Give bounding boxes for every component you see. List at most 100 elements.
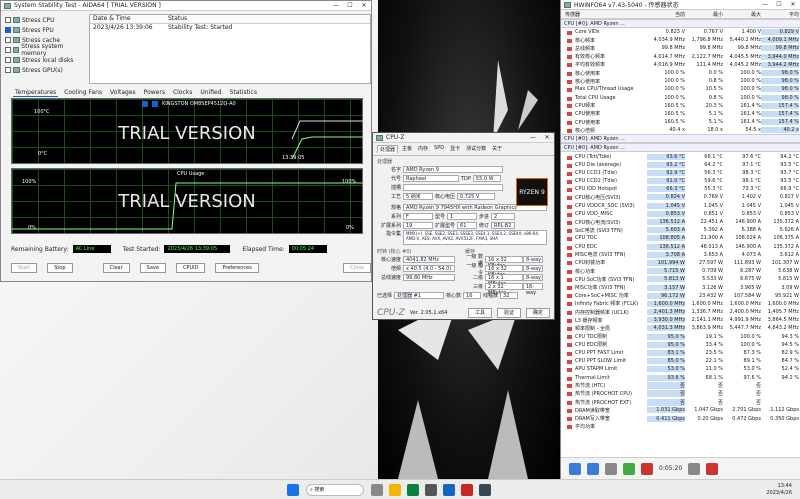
sensor-row[interactable]: CPU PPT FAST Limit 83.1 % 23.5 % 87.3 % 82.9… — [561, 349, 800, 357]
sensor-row[interactable]: 热节流 (PROCHOT CPU) 否否否 — [561, 390, 800, 398]
sensor-row[interactable]: CPU使用率 160.5 % 5.1 % 161.4 % 157.4 % — [561, 118, 800, 126]
sensor-row[interactable]: CPU EDC限制 95.0 % 33.4 % 100.0 % 94.5 % — [561, 341, 800, 349]
tab-1[interactable]: Temperatures — [13, 89, 59, 97]
save-button[interactable]: Save — [139, 263, 166, 273]
cpuz-taskbar-icon[interactable] — [443, 483, 455, 496]
close-button[interactable]: Close — [343, 263, 371, 273]
sensor-row[interactable]: Thermal Limit 93.6 % 68.1 % 97.6 % 94.2 % — [561, 374, 800, 382]
log-icon[interactable] — [623, 462, 635, 475]
sensor-row[interactable]: L3 缓存频率 3,930.0 MHz 2,141.1 MHz 4,991.9 MHz… — [561, 316, 800, 324]
column-header[interactable]: 最小 — [685, 11, 723, 18]
sensor-row[interactable]: CPU (Tctl/Tdie) 93.6 °C 68.1 °C 97.6 °C 94.2… — [561, 152, 800, 160]
sensor-row[interactable]: CPU VDDCR_SOC (SVI3) 1.045 V 1.045 V 1.045 … — [561, 202, 800, 210]
sensor-row[interactable]: CPU CCD2 (Tdie) 91.0 °C 59.6 °C 98.1 °C 93.5… — [561, 177, 800, 185]
cpuz-tab[interactable]: 测试分数 — [464, 145, 488, 153]
sensor-row[interactable]: APU STAPM Limit 53.0 % 11.0 % 53.0 % 52.4 % — [561, 365, 800, 373]
clock[interactable]: 13:44 2023/4/26 — [766, 483, 792, 497]
sensor-row[interactable]: CPU使用率 160.5 % 5.1 % 161.4 % 157.4 % — [561, 110, 800, 118]
checkbox[interactable] — [5, 57, 11, 63]
network-icon[interactable] — [605, 462, 617, 475]
search-box[interactable]: ⌕ 搜索 — [306, 483, 364, 496]
stress-option[interactable]: Stress FPU — [5, 25, 85, 35]
cpuz-tab[interactable]: SPD — [432, 145, 446, 153]
sensor-row[interactable]: CPU核心电流(SVI3) 136.512 A 22.451 A 146.900 A 1… — [561, 218, 800, 226]
sensor-row[interactable]: Total CPU Usage 100.0 % 0.8 % 100.0 % 98.0 % — [561, 94, 800, 102]
sensor-row[interactable]: CPU SoC功率 (SVI3 TFN) 5.813 W 5.533 W 6.675 … — [561, 275, 800, 283]
minimize-icon[interactable]: — — [329, 2, 343, 9]
cpuz-tab[interactable]: 显卡 — [448, 145, 462, 153]
sensor-group-header[interactable]: CPU [#0]: AMD Ryzen ... — [561, 143, 800, 153]
stress-option[interactable]: Stress system memory — [5, 43, 85, 57]
sensor-row[interactable]: CPU IOD Hotspot 66.3 °C 55.3 °C 73.3 °C 66.9… — [561, 185, 800, 193]
sensor-row[interactable]: Max CPU/Thread Usage 100.0 % 10.5 % 100.0 %… — [561, 85, 800, 93]
start-icon[interactable] — [287, 483, 299, 496]
sensor-row[interactable]: Core VIDs 0.823 V 0.767 V 1.400 V 0.829 V — [561, 28, 800, 36]
sensor-row[interactable]: 内存控制器频率 (UCLK) 2,401.3 MHz 1,336.7 MHz 2,40… — [561, 308, 800, 316]
cpuid-button[interactable]: CPUID — [175, 263, 206, 273]
close-icon[interactable]: ✕ — [357, 2, 371, 9]
sensor-row[interactable]: 热节流 (HTC) 否否否 — [561, 382, 800, 390]
start-button[interactable]: Start — [11, 263, 38, 273]
ok-button[interactable]: 确定 — [525, 308, 550, 318]
cpuz-tab[interactable]: 处理器 — [377, 145, 399, 153]
sensor-group-header[interactable]: CPU [#0]: AMD Ryzen ... — [561, 134, 800, 144]
settings-icon[interactable] — [688, 462, 701, 475]
sensor-row[interactable]: 平均功率 — [561, 423, 800, 431]
sensor-row[interactable]: 平均有效频率 4,016.9 MHz 111.4 MHz 4,045.2 MHz 3,9… — [561, 61, 800, 69]
cpuz-tab[interactable]: 主板 — [400, 145, 414, 153]
close-icon[interactable]: ✕ — [786, 1, 800, 8]
explorer-icon[interactable] — [389, 483, 401, 496]
sensor-row[interactable]: SoC电流 (SVI3 TFN) 5.603 A 5.392 A 6.388 A 5.6… — [561, 226, 800, 234]
sensor-row[interactable]: DRAM读取带宽 1.031 Gbps 1.047 Gbps 2.701 Gbps 1.… — [561, 406, 800, 414]
nav-left-icon[interactable] — [569, 462, 581, 475]
tab-7[interactable]: Statistics — [228, 89, 259, 97]
sensor-row[interactable]: 总线频率 99.8 MHz 99.8 MHz 99.8 MHz 99.8 MHz — [561, 44, 800, 52]
sensor-row[interactable]: Core+SoC+MISC 功率 96.172 W 23.432 W 107.584 … — [561, 292, 800, 300]
sensor-row[interactable]: CPU封装功率 101.994 W 27.597 W 111.893 W 101.307… — [561, 259, 800, 267]
stress-option[interactable]: Stress local disks — [5, 55, 85, 65]
sensor-row[interactable]: DRAM写入带宽 0.411 Gbps 0.20 Gbps 0.472 Gbps 0.3… — [561, 414, 800, 422]
stress-option[interactable]: Stress CPU — [5, 15, 85, 25]
maximize-icon[interactable]: ☐ — [772, 1, 786, 8]
checkbox[interactable] — [5, 27, 11, 33]
sensor-row[interactable]: 频率限制 - 全局 4,031.3 MHz 3,863.9 MHz 5,447.7 M… — [561, 324, 800, 332]
tab-4[interactable]: Powers — [142, 89, 167, 97]
cpuz-tab[interactable]: 内存 — [416, 145, 430, 153]
aida64-taskbar-icon[interactable] — [461, 483, 473, 496]
task-view-icon[interactable] — [371, 483, 383, 496]
tab-5[interactable]: Clocks — [171, 89, 194, 97]
sensor-row[interactable]: Infinity Fabric 频率 (FCLK) 1,600.0 MHz 1,60… — [561, 300, 800, 308]
sensor-row[interactable]: 核心功率 5.715 W 0.709 W 6.287 W 5.638 W — [561, 267, 800, 275]
maximize-icon[interactable]: ☐ — [343, 2, 357, 9]
sensor-row[interactable]: 热节流 (PROCHOT EXT) 否否否 — [561, 398, 800, 406]
minimize-icon[interactable]: — — [758, 1, 772, 8]
sensor-row[interactable]: 有效核心频率 4,014.7 MHz 2,122.7 MHz 4,045.5 MHz 3… — [561, 53, 800, 61]
sensor-row[interactable]: CPU EDC 136.512 A 48.013 A 146.900 A 135.372… — [561, 243, 800, 251]
exit-icon[interactable] — [706, 462, 719, 475]
reset-icon[interactable] — [641, 462, 653, 475]
checkbox[interactable] — [5, 47, 11, 53]
sensor-row[interactable]: 核心倍频 40.4 x 18.0 x 54.5 x 40.2 x — [561, 126, 800, 134]
column-header[interactable]: 传感器 — [561, 11, 647, 18]
hwinfo-taskbar-icon[interactable] — [479, 483, 491, 496]
minimize-icon[interactable]: — — [526, 134, 540, 141]
stress-option[interactable]: Stress GPU(s) — [5, 65, 85, 75]
sensor-row[interactable]: MISC电流 (SVI3 TFN) 3.708 A 3.653 A 4.073 A 3.… — [561, 251, 800, 259]
sensor-row[interactable]: CPU PPT SLOW Limit 85.0 % 22.1 % 89.1 % 84.7… — [561, 357, 800, 365]
edge-icon[interactable] — [407, 483, 419, 496]
sensor-row[interactable]: CPU TDC限制 95.0 % 19.1 % 100.0 % 94.3 % — [561, 333, 800, 341]
checkbox[interactable] — [5, 37, 11, 43]
sensor-row[interactable]: CPU TDC 108.805 A 21.900 A 108.024 A 106.375… — [561, 234, 800, 242]
sensor-row[interactable]: MISC功率 (SVI3 TFN) 3.157 W 3.126 W 3.965 W 3.… — [561, 283, 800, 291]
tab-2[interactable]: Cooling Fans — [62, 89, 104, 97]
store-icon[interactable] — [425, 483, 437, 496]
checkbox[interactable] — [5, 17, 11, 23]
column-header[interactable]: 平均 — [761, 11, 799, 18]
column-header[interactable]: 当前 — [647, 11, 685, 18]
column-header[interactable]: 最大 — [723, 11, 761, 18]
nav-right-icon[interactable] — [587, 462, 599, 475]
sensor-row[interactable]: 核心频率 4,034.9 MHz 1,796.8 MHz 5,440.2 MHz 4,0… — [561, 36, 800, 44]
stop-button[interactable]: Stop — [47, 263, 73, 273]
cpuz-tab[interactable]: 关于 — [490, 145, 504, 153]
sensor-group-header[interactable]: CPU [#0]: AMD Ryzen ... — [561, 19, 800, 28]
